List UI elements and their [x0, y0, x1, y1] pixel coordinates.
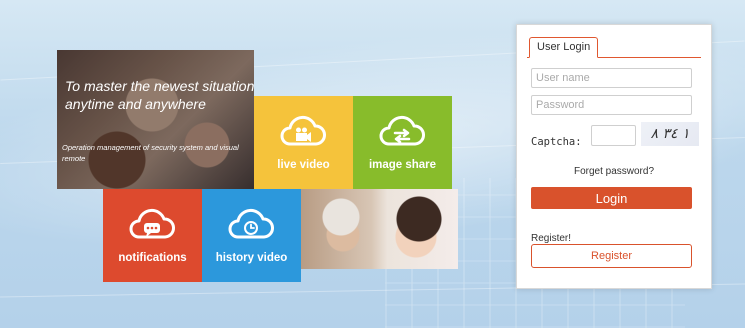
banner-subtitle: Operation management of security system …	[62, 143, 239, 163]
image-share-tile[interactable]: image share	[353, 96, 452, 189]
image-share-label: image share	[368, 159, 437, 171]
forget-password-link[interactable]: Forget password?	[517, 166, 711, 177]
share-arrows-cloud-icon	[377, 110, 427, 152]
username-input[interactable]	[531, 68, 692, 88]
captcha-image[interactable]: ١ ٣٤ ٨	[641, 122, 699, 146]
live-video-label: live video	[277, 159, 330, 171]
tab-user-login[interactable]: User Login	[529, 37, 599, 58]
banner-shade	[57, 50, 254, 189]
banner-photo-family: To master the newest situation anytime a…	[57, 50, 254, 189]
login-panel: User Login Captcha: ١ ٣٤ ٨ Forget passwo…	[516, 24, 712, 289]
notifications-label: notifications	[118, 252, 187, 264]
login-tab-bar: User Login	[527, 37, 701, 58]
live-video-tile[interactable]: live video	[254, 96, 353, 189]
register-label: Register!	[531, 233, 572, 244]
captcha-input[interactable]	[591, 125, 636, 146]
register-button[interactable]: Register	[531, 244, 692, 268]
history-video-tile[interactable]: history video	[202, 189, 301, 282]
video-camera-cloud-icon	[278, 110, 328, 152]
clock-cloud-icon	[226, 203, 276, 245]
chat-bubble-cloud-icon	[127, 203, 177, 245]
login-button[interactable]: Login	[531, 187, 692, 209]
password-input[interactable]	[531, 95, 692, 115]
photo-family-kids	[301, 189, 458, 269]
notifications-tile[interactable]: notifications	[103, 189, 202, 282]
history-video-label: history video	[215, 252, 288, 264]
captcha-label: Captcha:	[531, 136, 582, 148]
banner-title: To master the newest situation anytime a…	[65, 78, 254, 112]
